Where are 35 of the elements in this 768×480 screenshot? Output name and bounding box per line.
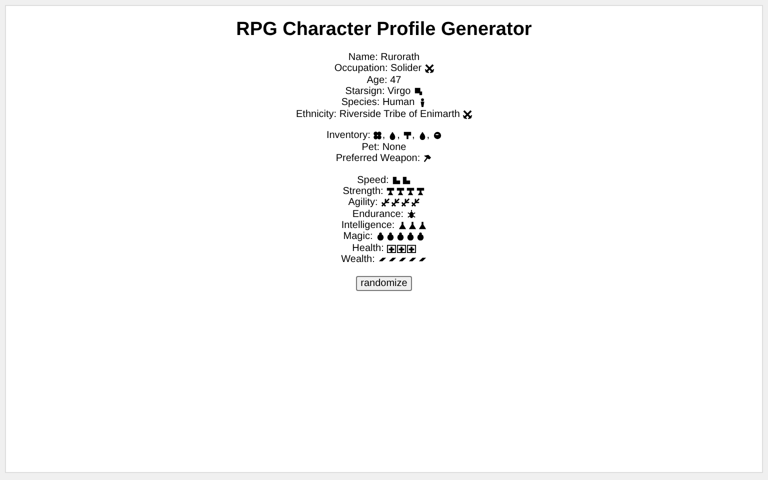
inventory-label: Inventory:: [326, 130, 370, 142]
person-icon: [418, 98, 427, 108]
separator: ,: [412, 130, 415, 142]
separator: ,: [426, 130, 430, 142]
clover-icon: [373, 131, 382, 140]
stat-label: Health:: [352, 242, 384, 254]
bug-icon: [406, 210, 416, 219]
stat-label: Speed:: [357, 174, 389, 186]
stat-label: Agility:: [348, 197, 378, 208]
stat-label: Intelligence:: [341, 220, 395, 231]
profile-field: Ethnicity: Riverside Tribe of Enimarth: [296, 108, 460, 120]
crossed-swords-icon: [462, 110, 472, 119]
crossed-swords-icon: [424, 64, 434, 74]
stat-label: Strength:: [342, 186, 384, 198]
drop-icon: [418, 131, 427, 140]
separator: ,: [382, 130, 386, 142]
page-title: RPG Character Profile Generator: [235, 18, 533, 42]
randomize-button[interactable]: randomize: [356, 276, 412, 291]
orb-icon: [432, 131, 442, 140]
stat-label: Magic:: [343, 231, 373, 242]
weapon-label: Preferred Weapon:: [336, 153, 420, 164]
stat-label: Wealth:: [341, 254, 375, 265]
weapon-icon: [423, 154, 432, 164]
medkit-icon: [406, 244, 416, 253]
profile-field: Name: Rurorath: [348, 52, 420, 64]
pet-field: Pet: None: [362, 142, 406, 153]
separator: ,: [397, 130, 400, 142]
profile-field: Species: Human: [341, 97, 415, 108]
medkit-icon: [386, 244, 396, 253]
stat-label: Endurance:: [352, 208, 404, 220]
profile-field: Starsign: Virgo: [345, 86, 411, 98]
profile-field: Occupation: Solider: [334, 63, 422, 74]
drop-icon: [388, 131, 398, 140]
medkit-icon: [396, 244, 406, 253]
profile-field: Age: 47: [366, 74, 402, 86]
